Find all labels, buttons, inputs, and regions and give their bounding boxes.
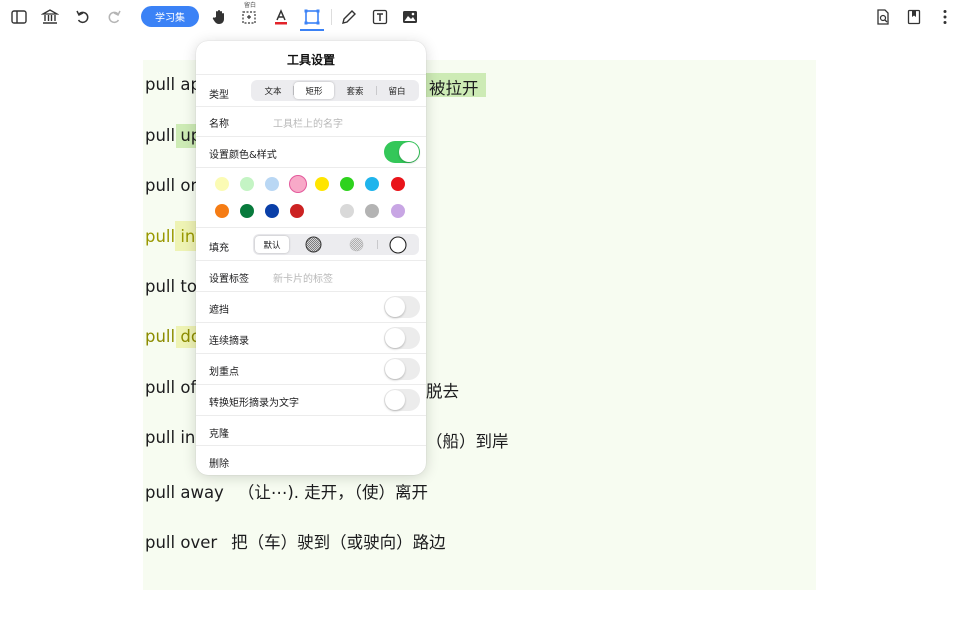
highlight-key-label: 划重点 — [209, 367, 239, 378]
color-swatch[interactable] — [365, 177, 379, 191]
list-item-meaning: 被拉开 — [429, 79, 479, 98]
delete-button[interactable]: 删除 — [209, 455, 229, 470]
hand-icon[interactable] — [208, 6, 230, 28]
delete-row[interactable]: 删除 — [196, 446, 426, 475]
search-document-icon[interactable] — [872, 6, 894, 28]
color-swatch-selected[interactable] — [289, 175, 307, 193]
toolbar-divider — [331, 9, 332, 25]
undo-icon[interactable] — [72, 6, 94, 28]
study-set-button[interactable]: 学习集 — [141, 6, 199, 27]
convert-to-text-toggle[interactable] — [384, 389, 420, 411]
type-option-text[interactable]: 文本 — [253, 82, 293, 99]
frame-select-icon[interactable] — [238, 6, 260, 28]
fill-segmented-control: 默认 — [253, 234, 419, 255]
more-options-icon[interactable] — [934, 6, 956, 28]
color-style-row: 设置颜色&样式 — [196, 137, 426, 168]
redo-icon[interactable] — [103, 6, 125, 28]
bookmark-icon[interactable] — [903, 6, 925, 28]
occlusion-toggle[interactable] — [384, 296, 420, 318]
color-swatch[interactable] — [215, 177, 229, 191]
list-item: pull on — [145, 176, 201, 195]
tag-label: 设置标签 — [209, 274, 249, 285]
list-item: pull ap — [145, 75, 201, 94]
convert-to-text-label: 转换矩形摘录为文字 — [209, 398, 299, 409]
clone-row[interactable]: 克隆 — [196, 416, 426, 446]
image-icon[interactable] — [399, 6, 421, 28]
color-swatch[interactable] — [265, 204, 279, 218]
list-item: pull do — [145, 327, 201, 346]
tool-settings-panel: 工具设置 类型 文本 矩形 套索 留白 名称 工具栏上的名字 设置颜色&样式 填… — [196, 41, 426, 475]
fill-option-none-icon[interactable] — [379, 235, 417, 254]
clone-button[interactable]: 克隆 — [209, 425, 229, 440]
color-swatch[interactable] — [215, 204, 229, 218]
rectangle-tool-icon[interactable] — [301, 6, 323, 28]
list-item: pull over 把（车）驶到（或驶向）路边 — [145, 533, 446, 552]
toolbar: 学习集 留白 — [0, 0, 960, 34]
color-swatch[interactable] — [365, 204, 379, 218]
list-item: pull in — [145, 428, 196, 447]
color-swatch[interactable] — [290, 204, 304, 218]
textbox-icon[interactable] — [369, 6, 391, 28]
continuous-excerpt-row: 连续摘录 — [196, 323, 426, 354]
name-label: 名称 — [209, 119, 229, 130]
occlusion-row: 遮挡 — [196, 292, 426, 323]
highlight-key-toggle[interactable] — [384, 358, 420, 380]
color-swatch[interactable] — [340, 177, 354, 191]
continuous-excerpt-label: 连续摘录 — [209, 336, 249, 347]
fill-label: 填充 — [209, 243, 229, 254]
list-item-meaning: （船）到岸 — [426, 432, 509, 451]
tag-input[interactable]: 新卡片的标签 — [273, 270, 333, 285]
list-item: pull off — [145, 378, 202, 397]
list-item: pull int — [145, 227, 202, 246]
color-swatch[interactable] — [391, 177, 405, 191]
type-label: 类型 — [209, 90, 229, 101]
color-swatches — [196, 168, 426, 228]
list-item-meaning: 脱去 — [426, 382, 459, 401]
color-style-toggle[interactable] — [384, 141, 420, 163]
color-swatch[interactable] — [240, 177, 254, 191]
type-option-lasso[interactable]: 套索 — [335, 82, 375, 99]
sidebar-toggle-icon[interactable] — [8, 6, 30, 28]
type-option-rectangle[interactable]: 矩形 — [294, 82, 334, 99]
continuous-excerpt-toggle[interactable] — [384, 327, 420, 349]
occlusion-label: 遮挡 — [209, 305, 229, 316]
type-option-blank[interactable]: 留白 — [377, 82, 417, 99]
list-item: pull up — [145, 126, 202, 145]
pen-icon[interactable] — [338, 6, 360, 28]
type-segmented-control: 文本 矩形 套索 留白 — [251, 80, 419, 101]
highlight-key-row: 划重点 — [196, 354, 426, 385]
color-style-label: 设置颜色&样式 — [209, 150, 277, 161]
tag-row: 设置标签 新卡片的标签 — [196, 261, 426, 292]
color-swatch[interactable] — [240, 204, 254, 218]
list-item: pull away （让⋯). 走开，（使）离开 — [145, 483, 429, 502]
name-input[interactable]: 工具栏上的名字 — [273, 115, 343, 130]
panel-title: 工具设置 — [286, 53, 335, 67]
fill-option-dense-hatch-icon[interactable] — [295, 236, 332, 253]
fill-option-default[interactable]: 默认 — [255, 236, 289, 253]
segment-divider — [377, 240, 378, 249]
name-row: 名称 工具栏上的名字 — [196, 107, 426, 137]
color-swatch[interactable] — [340, 204, 354, 218]
convert-to-text-row: 转换矩形摘录为文字 — [196, 385, 426, 416]
text-color-icon[interactable] — [270, 6, 292, 28]
color-swatch[interactable] — [315, 177, 329, 191]
color-swatch[interactable] — [265, 177, 279, 191]
active-tool-indicator — [300, 29, 324, 31]
color-swatch[interactable] — [391, 204, 405, 218]
library-icon[interactable] — [39, 6, 61, 28]
fill-option-light-hatch-icon[interactable] — [337, 236, 375, 253]
